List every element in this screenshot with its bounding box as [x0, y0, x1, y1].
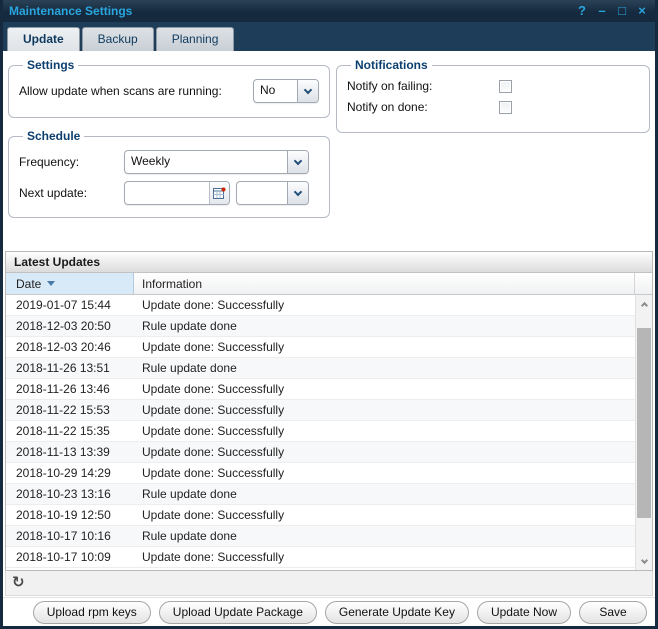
generate-update-key-button[interactable]: Generate Update Key	[325, 601, 469, 624]
settings-legend: Settings	[23, 58, 78, 72]
vertical-scrollbar[interactable]	[635, 295, 652, 570]
row-information: Update done: Successfully	[134, 298, 652, 312]
table-row[interactable]: 2018-11-26 13:51Rule update done	[6, 358, 652, 379]
next-update-date-value	[125, 182, 209, 204]
tab-bar: Update Backup Planning	[3, 22, 655, 51]
maximize-icon[interactable]: □	[615, 2, 629, 20]
next-update-date-input[interactable]	[124, 181, 230, 205]
maintenance-settings-window: Maintenance Settings ? – □ × Update Back…	[0, 0, 658, 629]
chevron-down-icon[interactable]	[287, 151, 308, 173]
tab-planning[interactable]: Planning	[156, 27, 235, 51]
row-information: Rule update done	[134, 319, 652, 333]
column-header-information[interactable]: Information	[134, 273, 635, 294]
row-date: 2018-11-26 13:51	[6, 361, 134, 375]
table-row[interactable]: 2018-11-22 15:35Update done: Successfull…	[6, 421, 652, 442]
date-column-label: Date	[16, 277, 41, 291]
footer-buttons: Upload rpm keys Upload Update Package Ge…	[3, 597, 655, 626]
row-information: Rule update done	[134, 361, 652, 375]
notifications-group: Notifications Notify on failing: Notify …	[336, 58, 650, 133]
table-row[interactable]: 2018-10-29 14:29Update done: Successfull…	[6, 463, 652, 484]
upload-update-package-button[interactable]: Upload Update Package	[159, 601, 317, 624]
next-update-label: Next update:	[19, 186, 124, 200]
notify-failing-label: Notify on failing:	[347, 79, 499, 93]
row-date: 2018-10-17 10:16	[6, 529, 134, 543]
table-row[interactable]: 2018-11-13 13:39Update done: Successfull…	[6, 442, 652, 463]
row-information: Update done: Successfully	[134, 424, 652, 438]
row-information: Update done: Successfully	[134, 550, 652, 564]
sort-desc-icon	[47, 281, 55, 286]
frequency-select[interactable]: Weekly	[124, 150, 309, 174]
frequency-value: Weekly	[125, 151, 287, 173]
row-date: 2018-10-29 14:29	[6, 466, 134, 480]
row-information: Update done: Successfully	[134, 466, 652, 480]
upload-rpm-keys-button[interactable]: Upload rpm keys	[33, 601, 151, 624]
window-controls: ? – □ ×	[575, 2, 649, 20]
row-information: Rule update done	[134, 529, 652, 543]
minimize-icon[interactable]: –	[595, 2, 609, 20]
row-information: Update done: Successfully	[134, 403, 652, 417]
table-row[interactable]: 2018-11-26 13:46Update done: Successfull…	[6, 379, 652, 400]
help-icon[interactable]: ?	[575, 2, 589, 20]
next-update-time-select[interactable]	[236, 181, 309, 205]
header-spacer	[635, 273, 652, 294]
table-row[interactable]: 2018-11-22 15:53Update done: Successfull…	[6, 400, 652, 421]
latest-updates-title: Latest Updates	[14, 255, 100, 269]
allow-update-value: No	[254, 80, 297, 102]
table-row[interactable]: 2018-12-03 20:46Update done: Successfull…	[6, 337, 652, 358]
row-information: Update done: Successfully	[134, 340, 652, 354]
row-information: Update done: Successfully	[134, 508, 652, 522]
next-update-time-value	[237, 182, 287, 204]
column-header-date[interactable]: Date	[6, 273, 134, 294]
save-button[interactable]: Save	[579, 601, 647, 624]
table-header: Date Information	[6, 273, 652, 295]
update-tab-content: Settings Allow update when scans are run…	[3, 51, 655, 626]
window-title: Maintenance Settings	[9, 4, 132, 18]
latest-updates-panel: Latest Updates Date Information 2019-01-…	[5, 251, 653, 571]
schedule-legend: Schedule	[23, 129, 84, 143]
row-date: 2018-11-22 15:35	[6, 424, 134, 438]
row-information: Rule update done	[134, 487, 652, 501]
table-row[interactable]: 2019-01-07 15:44Update done: Successfull…	[6, 295, 652, 316]
grid-toolbar: ↻	[5, 571, 653, 596]
notify-done-checkbox[interactable]	[499, 101, 512, 114]
updates-table-body: 2019-01-07 15:44Update done: Successfull…	[6, 295, 652, 570]
chevron-down-icon[interactable]	[287, 182, 308, 204]
tab-backup[interactable]: Backup	[82, 27, 154, 51]
row-date: 2018-11-26 13:46	[6, 382, 134, 396]
table-row[interactable]: 2018-10-17 10:09Update done: Successfull…	[6, 547, 652, 568]
latest-updates-header: Latest Updates	[6, 252, 652, 273]
row-information: Update done: Successfully	[134, 382, 652, 396]
settings-group: Settings Allow update when scans are run…	[8, 58, 330, 118]
tab-update[interactable]: Update	[7, 27, 80, 51]
row-date: 2018-11-22 15:53	[6, 403, 134, 417]
row-date: 2018-10-23 13:16	[6, 487, 134, 501]
calendar-icon[interactable]	[209, 182, 229, 204]
row-date: 2018-10-17 10:09	[6, 550, 134, 564]
chevron-down-icon[interactable]	[297, 80, 318, 102]
row-information: Update done: Successfully	[134, 445, 652, 459]
row-date: 2018-12-03 20:50	[6, 319, 134, 333]
schedule-group: Schedule Frequency: Weekly Next update:	[8, 129, 330, 218]
window-titlebar: Maintenance Settings ? – □ ×	[3, 0, 655, 22]
table-row[interactable]: 2018-10-23 13:16Rule update done	[6, 484, 652, 505]
close-icon[interactable]: ×	[635, 2, 649, 20]
row-date: 2019-01-07 15:44	[6, 298, 134, 312]
notify-done-label: Notify on done:	[347, 100, 499, 114]
notifications-legend: Notifications	[351, 58, 432, 72]
table-row[interactable]: 2018-12-03 20:50Rule update done	[6, 316, 652, 337]
allow-update-select[interactable]: No	[253, 79, 319, 103]
frequency-label: Frequency:	[19, 155, 124, 169]
scroll-down-icon[interactable]	[636, 553, 652, 570]
refresh-icon[interactable]: ↻	[12, 573, 25, 593]
notify-failing-checkbox[interactable]	[499, 80, 512, 93]
row-date: 2018-12-03 20:46	[6, 340, 134, 354]
update-now-button[interactable]: Update Now	[477, 601, 571, 624]
row-date: 2018-10-19 12:50	[6, 508, 134, 522]
table-row[interactable]: 2018-10-17 10:16Rule update done	[6, 526, 652, 547]
table-row[interactable]: 2018-10-19 12:50Update done: Successfull…	[6, 505, 652, 526]
allow-update-label: Allow update when scans are running:	[19, 84, 222, 98]
scrollbar-thumb[interactable]	[637, 328, 651, 518]
row-date: 2018-11-13 13:39	[6, 445, 134, 459]
scroll-up-icon[interactable]	[636, 295, 652, 312]
